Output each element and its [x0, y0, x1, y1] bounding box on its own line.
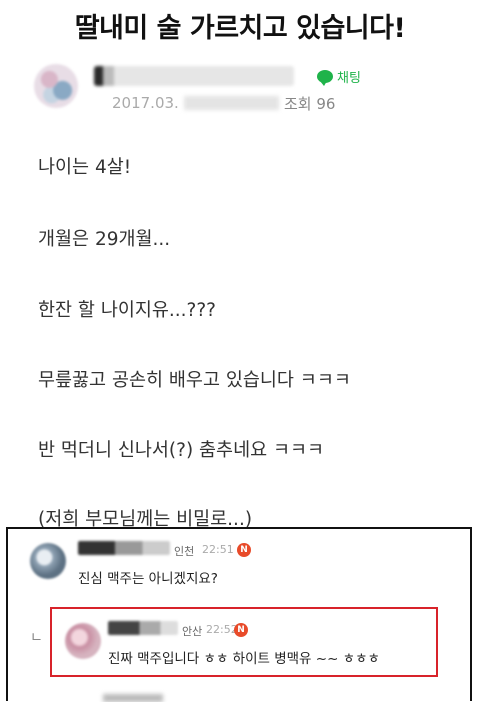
comment-time: 22:51: [202, 543, 234, 556]
comment-location: 인천: [174, 545, 195, 558]
commenter-avatar[interactable]: [65, 623, 101, 659]
author-row: 채팅 2017.03. 조회 96: [34, 62, 464, 118]
comment-location: 안산: [182, 625, 203, 638]
comment-section: 인천 22:51 N 진심 맥주는 아니겠지요? ㄴ 안산 22:52 N 진짜…: [6, 527, 472, 702]
commenter-name-blurred[interactable]: [78, 541, 170, 555]
author-avatar[interactable]: [34, 64, 78, 108]
commenter-name-blurred[interactable]: [108, 621, 178, 635]
view-count: 조회 96: [284, 95, 336, 113]
chat-button[interactable]: 채팅: [317, 67, 361, 86]
post-title: 딸내미 술 가르치고 있습니다!: [74, 13, 406, 44]
chat-bubble-icon: [317, 70, 333, 86]
new-badge-icon: N: [234, 623, 248, 637]
comment-time: 22:52: [206, 623, 238, 636]
body-line: 무릎꿇고 공손히 배우고 있습니다 ㅋㅋㅋ: [38, 370, 351, 391]
new-badge-icon: N: [237, 543, 251, 557]
body-line: 한잔 할 나이지유...???: [38, 300, 217, 321]
chat-label: 채팅: [337, 71, 361, 86]
date-time-blurred: [184, 96, 279, 110]
comment-text: 진짜 맥주입니다 ㅎㅎ 하이트 병맥유 ~~ ㅎㅎㅎ: [108, 651, 380, 667]
comment-text: 진심 맥주는 아니겠지요?: [78, 571, 218, 587]
next-comment-blurred: [103, 694, 163, 702]
body-line: 나이는 4살!: [38, 157, 132, 178]
reply-arrow-icon: ㄴ: [30, 630, 43, 646]
author-name-blurred[interactable]: [94, 66, 294, 86]
post-date: 2017.03.: [112, 94, 179, 112]
body-line: 개월은 29개월...: [38, 229, 171, 250]
commenter-avatar[interactable]: [30, 543, 66, 579]
body-line: 반 먹더니 신나서(?) 춤추네요 ㅋㅋㅋ: [38, 440, 325, 461]
